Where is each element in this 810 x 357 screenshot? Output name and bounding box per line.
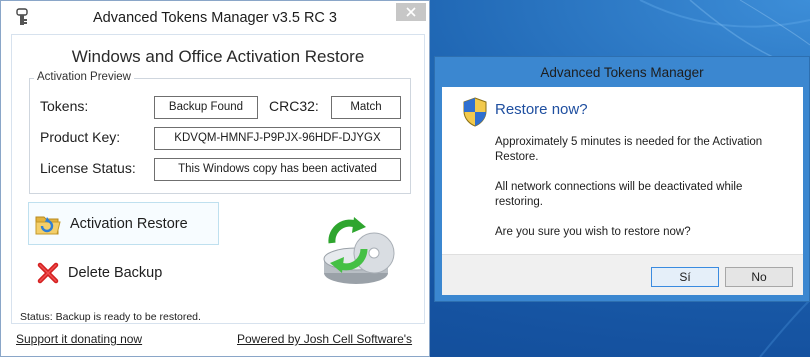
activation-preview-legend: Activation Preview xyxy=(34,71,134,83)
product-key-label: Product Key: xyxy=(40,129,121,145)
dialog-footer: Sí No xyxy=(442,254,803,295)
license-status-field: This Windows copy has been activated xyxy=(154,158,401,181)
dialog-message-network: All network connections will be deactiva… xyxy=(495,181,743,208)
close-button[interactable] xyxy=(396,3,426,21)
delete-backup-label: Delete Backup xyxy=(68,265,163,281)
no-button[interactable]: No xyxy=(725,267,793,287)
close-icon xyxy=(406,7,416,17)
disc-refresh-icon xyxy=(323,217,395,284)
title-bar[interactable]: Advanced Tokens Manager v3.5 RC 3 xyxy=(1,1,429,35)
dialog-message-duration: Approximately 5 minutes is needed for th… xyxy=(495,136,763,163)
dialog-heading: Restore now? xyxy=(495,101,588,118)
dialog-message-confirm: Are you sure you wish to restore now? xyxy=(495,226,691,238)
crc32-label: CRC32: xyxy=(269,98,319,114)
tokens-label: Tokens: xyxy=(40,98,89,114)
crc32-value-field: Match xyxy=(331,96,401,119)
license-status-label: License Status: xyxy=(40,160,136,176)
uac-shield-icon xyxy=(463,97,487,127)
folder-restore-icon xyxy=(35,216,61,235)
yes-button[interactable]: Sí xyxy=(651,267,719,287)
dialog-body: Restore now? Approximately 5 minutes is … xyxy=(442,87,803,295)
restore-confirm-dialog: Advanced Tokens Manager Restore now? App… xyxy=(434,56,810,302)
red-x-icon xyxy=(37,262,59,284)
powered-by-link[interactable]: Powered by Josh Cell Software's xyxy=(237,332,412,346)
tokens-value-field: Backup Found xyxy=(154,96,258,119)
status-text: Status: Backup is ready to be restored. xyxy=(20,311,201,323)
main-heading: Windows and Office Activation Restore xyxy=(71,47,365,66)
activation-restore-label: Activation Restore xyxy=(70,216,188,232)
delete-backup-item[interactable]: Delete Backup xyxy=(36,261,162,285)
product-key-field: KDVQM-HMNFJ-P9PJX-96HDF-DJYGX xyxy=(154,127,401,150)
main-window: Advanced Tokens Manager v3.5 RC 3 Window… xyxy=(0,0,430,357)
main-content-panel: Windows and Office Activation Restore Ac… xyxy=(11,34,425,324)
support-donate-link[interactable]: Support it donating now xyxy=(16,332,142,346)
activation-restore-item[interactable]: Activation Restore xyxy=(34,210,188,238)
window-title: Advanced Tokens Manager v3.5 RC 3 xyxy=(93,10,337,26)
dialog-title: Advanced Tokens Manager xyxy=(540,65,704,80)
